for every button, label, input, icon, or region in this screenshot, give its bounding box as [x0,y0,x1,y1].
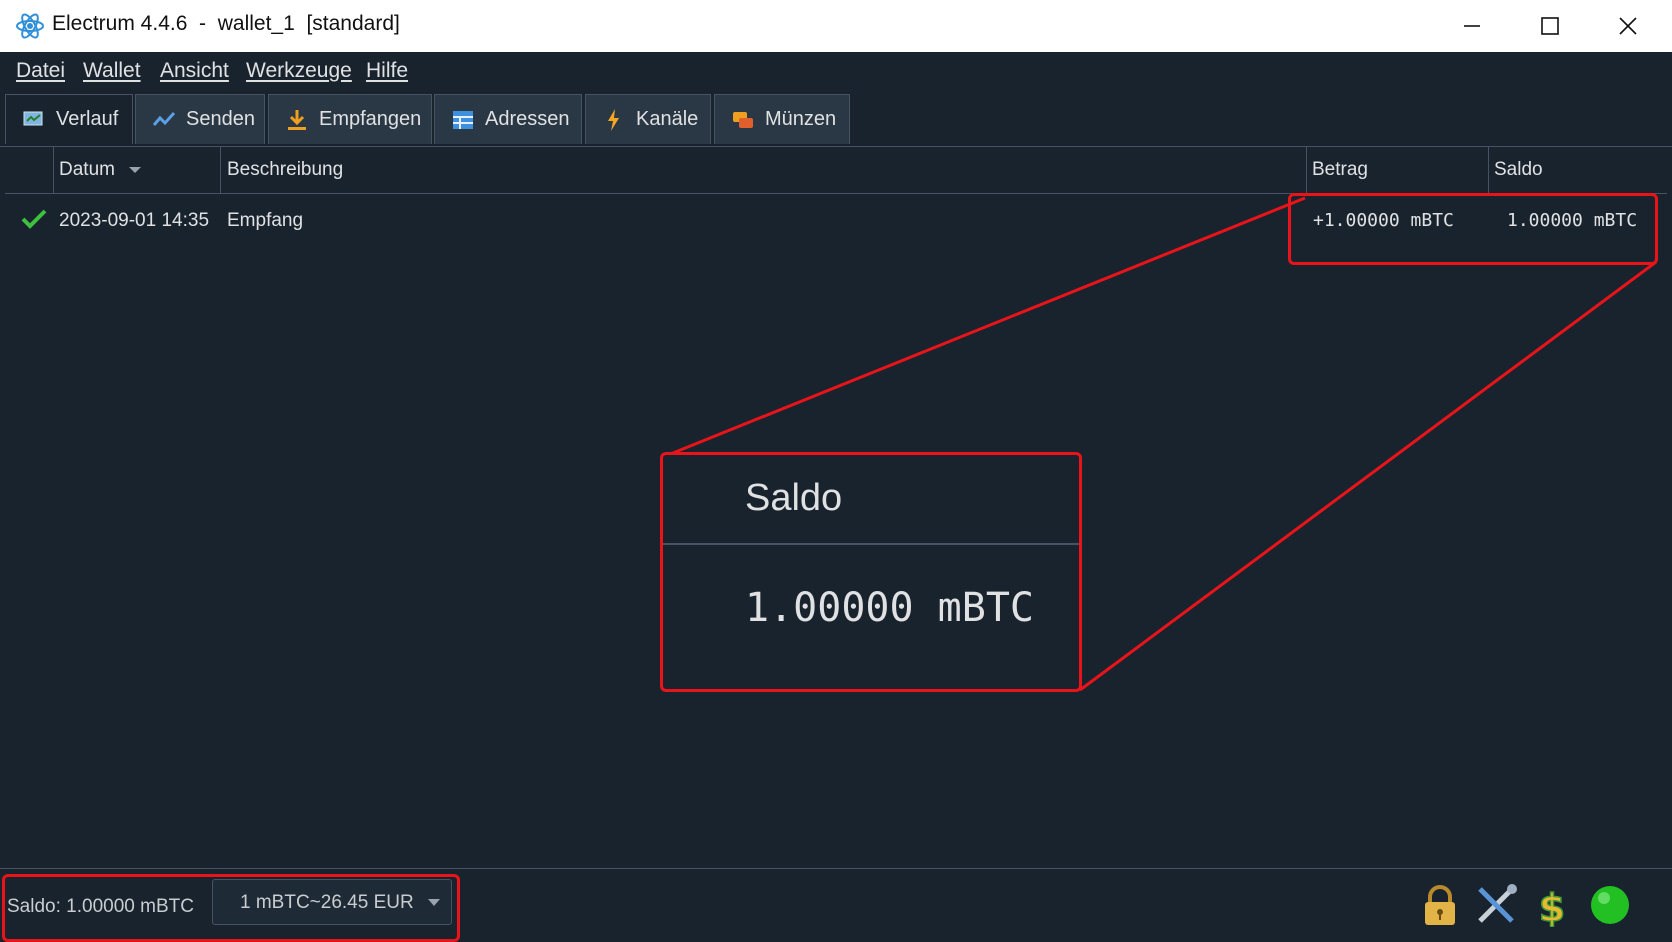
network-status-icon[interactable] [1588,883,1632,927]
callout-heading: Saldo [745,477,843,519]
dollar-icon[interactable]: $ [1530,883,1574,927]
svg-text:$: $ [1539,886,1565,927]
callout-value: 1.00000 mBTC [745,585,1034,631]
balance-zoom-callout: Saldo 1.00000 mBTC [660,452,1082,692]
lock-icon[interactable] [1418,883,1462,927]
highlight-box-status [2,874,460,942]
tools-icon[interactable] [1474,883,1518,927]
status-bar: Saldo: 1.00000 mBTC 1 mBTC~26.45 EUR $ [0,868,1672,942]
electrum-window: Electrum 4.4.6 - wallet_1 [standard] Dat… [0,0,1672,942]
callout-header: Saldo [663,455,1079,545]
